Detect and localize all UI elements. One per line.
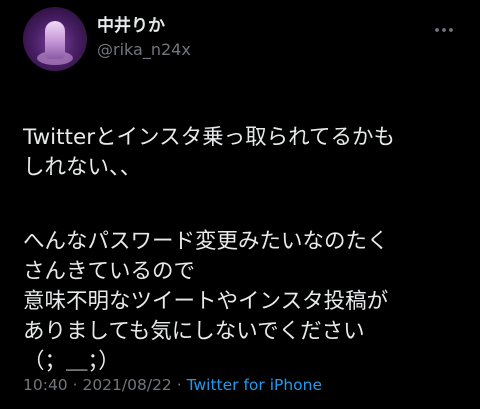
author-handle[interactable]: @rika_n24x <box>97 40 191 60</box>
tweet-source-link[interactable]: Twitter for iPhone <box>187 376 322 394</box>
tweet-date[interactable]: 2021/08/22 <box>82 376 171 394</box>
avatar-figure <box>45 21 65 59</box>
meta-separator: · <box>171 376 187 394</box>
author-display-name[interactable]: 中井りか <box>97 15 165 37</box>
tweet-meta: 10:40 · 2021/08/22 · Twitter for iPhone <box>23 374 322 396</box>
tweet-detail: 中井りか @rika_n24x Twitterとインスタ乗っ取られてるかも しれ… <box>0 0 480 409</box>
tweet-text: Twitterとインスタ乗っ取られてるかも しれない、、 へんなパスワード変更み… <box>23 93 473 407</box>
tweet-paragraph-2: へんなパスワード変更みたいなのたく さんきているので 意味不明なツイートやインス… <box>23 229 389 374</box>
avatar[interactable] <box>23 7 87 71</box>
more-horizontal-icon[interactable] <box>432 18 456 42</box>
tweet-time[interactable]: 10:40 <box>23 376 68 394</box>
tweet-paragraph-1: Twitterとインスタ乗っ取られてるかも しれない、、 <box>23 125 395 180</box>
meta-separator: · <box>67 376 83 394</box>
